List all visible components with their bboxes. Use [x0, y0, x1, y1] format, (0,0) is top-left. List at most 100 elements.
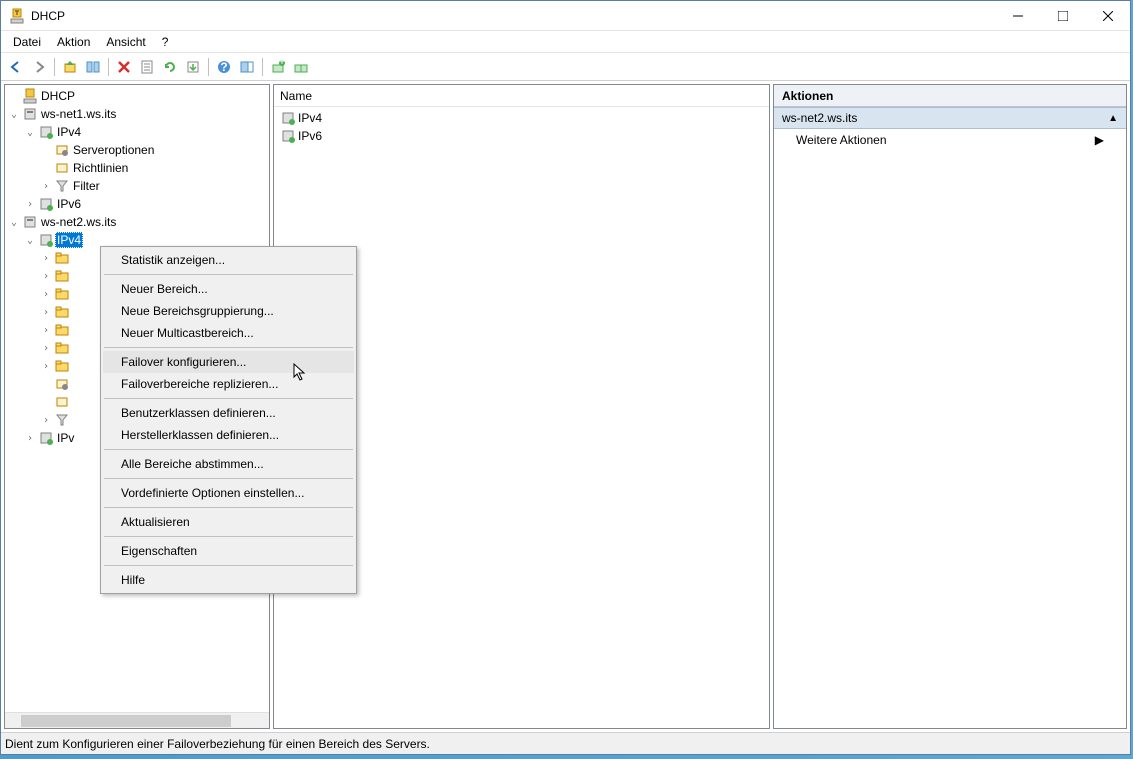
ctx-vordefinierte-optionen[interactable]: Vordefinierte Optionen einstellen... [103, 482, 354, 504]
back-button[interactable] [5, 56, 27, 78]
expander-icon[interactable]: › [23, 199, 37, 210]
toolbar-separator [208, 58, 209, 76]
options-icon [53, 376, 71, 392]
svg-text:?: ? [220, 60, 227, 74]
forward-button[interactable] [28, 56, 50, 78]
dhcp-icon [9, 8, 25, 24]
actions-header: Aktionen [774, 85, 1126, 107]
minimize-button[interactable] [995, 1, 1040, 30]
ctx-alle-bereiche-abstimmen[interactable]: Alle Bereiche abstimmen... [103, 453, 354, 475]
expander-icon[interactable]: ⌄ [7, 109, 21, 120]
ctx-neue-bereichsgruppierung[interactable]: Neue Bereichsgruppierung... [103, 300, 354, 322]
ipv6-icon [37, 196, 55, 212]
list-header[interactable]: Name [274, 85, 769, 107]
ctx-failoverbereiche-replizieren[interactable]: Failoverbereiche replizieren... [103, 373, 354, 395]
ctx-aktualisieren[interactable]: Aktualisieren [103, 511, 354, 533]
expander-icon[interactable]: › [39, 307, 53, 318]
export-button[interactable] [182, 56, 204, 78]
tree-richtlinien[interactable]: Richtlinien [7, 159, 267, 177]
tree-filter[interactable]: › Filter [7, 177, 267, 195]
expander-icon[interactable]: ⌄ [23, 127, 37, 138]
action-pane-button[interactable] [236, 56, 258, 78]
ctx-herstellerklassen[interactable]: Herstellerklassen definieren... [103, 424, 354, 446]
list-item-ipv4[interactable]: IPv4 [278, 109, 765, 127]
properties-button[interactable] [136, 56, 158, 78]
actions-pane: Aktionen ws-net2.ws.its ▲ Weitere Aktion… [773, 84, 1127, 729]
ctx-benutzerklassen[interactable]: Benutzerklassen definieren... [103, 402, 354, 424]
server-icon [21, 214, 39, 230]
up-button[interactable] [59, 56, 81, 78]
manage-servers-button[interactable] [290, 56, 312, 78]
help-button[interactable]: ? [213, 56, 235, 78]
list-item-ipv6[interactable]: IPv6 [278, 127, 765, 145]
tree-server1-ipv4[interactable]: ⌄ IPv4 [7, 123, 267, 141]
ipv4-icon [37, 232, 55, 248]
ctx-separator [104, 478, 353, 479]
status-text: Dient zum Konfigurieren einer Failoverbe… [5, 737, 430, 751]
expander-icon[interactable]: › [39, 415, 53, 426]
dhcp-icon [21, 88, 39, 104]
tree-label: Filter [71, 178, 102, 194]
ipv6-icon [278, 128, 298, 144]
add-server-button[interactable]: + [267, 56, 289, 78]
ctx-separator [104, 274, 353, 275]
delete-button[interactable] [113, 56, 135, 78]
expander-icon[interactable]: › [23, 433, 37, 444]
tree-root[interactable]: DHCP [7, 87, 267, 105]
folder-icon [53, 358, 71, 374]
menu-ansicht[interactable]: Ansicht [98, 33, 153, 51]
options-icon [53, 142, 71, 158]
expander-icon[interactable]: › [39, 343, 53, 354]
expander-icon[interactable]: › [39, 361, 53, 372]
column-name[interactable]: Name [280, 89, 312, 103]
context-menu: Statistik anzeigen... Neuer Bereich... N… [100, 246, 357, 594]
ctx-hilfe[interactable]: Hilfe [103, 569, 354, 591]
horizontal-scrollbar[interactable] [5, 712, 269, 728]
titlebar: DHCP [1, 1, 1130, 31]
statusbar: Dient zum Konfigurieren einer Failoverbe… [1, 732, 1130, 754]
ipv6-icon [37, 430, 55, 446]
toolbar-separator [108, 58, 109, 76]
show-hide-button[interactable] [82, 56, 104, 78]
expander-icon[interactable]: › [39, 325, 53, 336]
collapse-icon: ▲ [1108, 113, 1118, 124]
expander-icon[interactable]: › [39, 253, 53, 264]
expander-icon[interactable]: ⌄ [23, 235, 37, 246]
expander-icon[interactable]: › [39, 181, 53, 192]
ctx-statistik[interactable]: Statistik anzeigen... [103, 249, 354, 271]
ipv4-icon [278, 110, 298, 126]
scrollbar-thumb[interactable] [21, 715, 231, 727]
expander-icon[interactable]: › [39, 271, 53, 282]
tree-server2[interactable]: ⌄ ws-net2.ws.its [7, 213, 267, 231]
refresh-button[interactable] [159, 56, 181, 78]
maximize-button[interactable] [1040, 1, 1085, 30]
action-label: Weitere Aktionen [796, 133, 887, 147]
ctx-separator [104, 536, 353, 537]
action-more[interactable]: Weitere Aktionen ▶ [774, 129, 1126, 151]
ctx-failover-konfigurieren[interactable]: Failover konfigurieren... [103, 351, 354, 373]
menu-aktion[interactable]: Aktion [49, 33, 98, 51]
expander-icon[interactable]: › [39, 289, 53, 300]
tree-server1[interactable]: ⌄ ws-net1.ws.its [7, 105, 267, 123]
tree-serveroptionen[interactable]: Serveroptionen [7, 141, 267, 159]
tree-label: IPv6 [55, 196, 83, 212]
list-body: IPv4 IPv6 [274, 107, 769, 147]
ctx-neuer-multicastbereich[interactable]: Neuer Multicastbereich... [103, 322, 354, 344]
ctx-separator [104, 398, 353, 399]
tree-label: IPv [55, 430, 76, 446]
expander-icon[interactable]: ⌄ [7, 217, 21, 228]
ctx-eigenschaften[interactable]: Eigenschaften [103, 540, 354, 562]
ctx-neuer-bereich[interactable]: Neuer Bereich... [103, 278, 354, 300]
menu-datei[interactable]: Datei [5, 33, 49, 51]
tree-label: Serveroptionen [71, 142, 156, 158]
menubar: Datei Aktion Ansicht ? [1, 31, 1130, 53]
filter-icon [53, 412, 71, 428]
ctx-separator [104, 507, 353, 508]
tree-label: DHCP [39, 88, 77, 104]
menu-help[interactable]: ? [154, 33, 177, 51]
close-button[interactable] [1085, 1, 1130, 30]
tree-server1-ipv6[interactable]: › IPv6 [7, 195, 267, 213]
actions-section[interactable]: ws-net2.ws.its ▲ [774, 107, 1126, 129]
ctx-separator [104, 449, 353, 450]
toolbar: ? + [1, 53, 1130, 81]
